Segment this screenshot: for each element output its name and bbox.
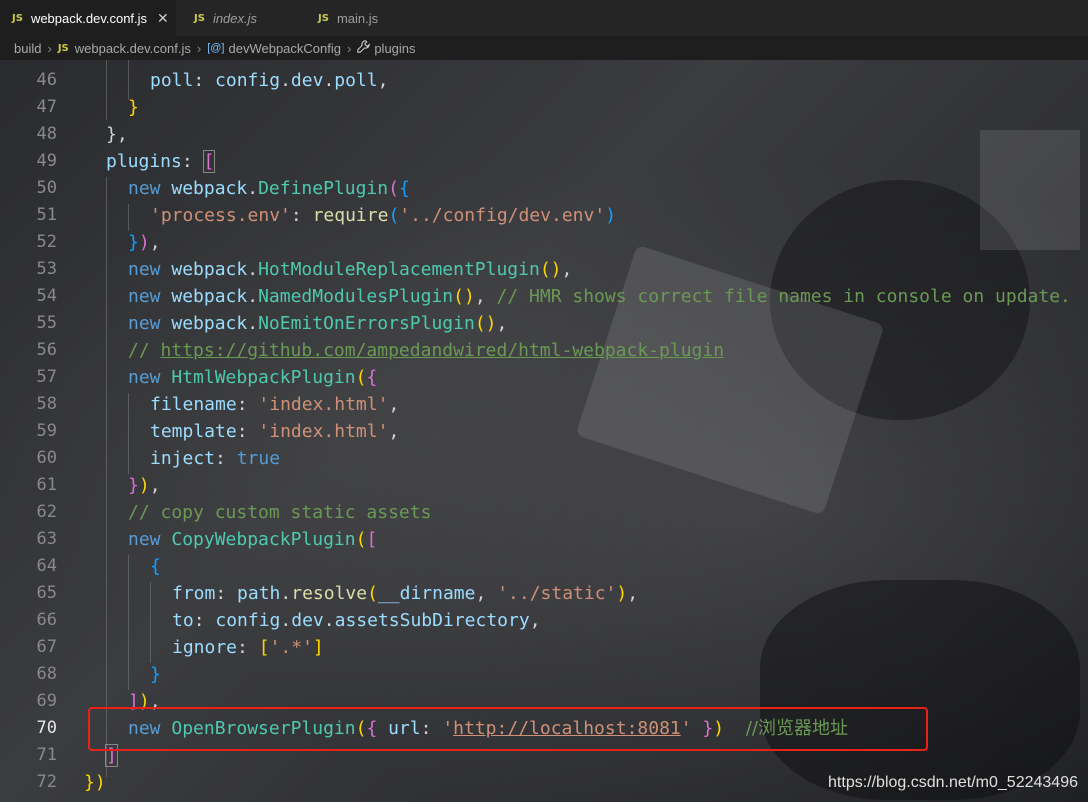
code-line: 62// copy custom static assets <box>36 502 432 523</box>
code-line: 67 ignore: ['.*'] <box>36 637 324 658</box>
comment-link[interactable]: https://github.com/ampedandwired/html-we… <box>161 340 725 361</box>
code-editor[interactable]: 46 poll: config.dev.poll, 47} 48}, 49 plug… <box>0 60 1088 802</box>
tab-bar: JS webpack.dev.conf.js ✕ JS index.js JS … <box>0 0 1088 36</box>
code-line: 63 new CopyWebpackPlugin([ <box>36 529 378 550</box>
tab-label: webpack.dev.conf.js <box>30 10 148 26</box>
code-line: 59 template: 'index.html', <box>36 421 400 442</box>
code-line: 53 new webpack.HotModuleReplacementPlugin… <box>36 259 573 280</box>
code-line: 51'process.env': require('../config/dev.… <box>36 205 617 226</box>
wrench-icon <box>357 40 371 56</box>
code-line: 46 poll: config.dev.poll, <box>36 70 389 91</box>
breadcrumb-property[interactable]: plugins <box>374 41 415 56</box>
code-line: 52}), <box>36 232 161 253</box>
code-line: 66 to: config.dev.assetsSubDirectory, <box>36 610 541 631</box>
code-line: 55 new webpack.NoEmitOnErrorsPlugin(), <box>36 313 508 334</box>
code-line: 49 plugins: [ <box>36 150 216 173</box>
code-line: 65 from: path.resolve(__dirname, '../stat… <box>36 583 639 604</box>
watermark: https://blog.csdn.net/m0_52243496 <box>828 774 1078 791</box>
chevron-right-icon: › <box>346 40 352 56</box>
chevron-right-icon: › <box>47 40 52 56</box>
chevron-right-icon: › <box>196 40 202 56</box>
breadcrumb-folder[interactable]: build <box>14 41 41 56</box>
variable-icon: [@] <box>207 42 225 54</box>
annotation-highlight-box <box>88 707 928 751</box>
breadcrumb-variable[interactable]: devWebpackConfig <box>228 41 341 56</box>
close-icon[interactable]: ✕ <box>157 10 169 27</box>
code-line: 60 inject: true <box>36 448 281 469</box>
code-line: 50 new webpack.DefinePlugin({ <box>36 178 410 199</box>
code-line: 56// https://github.com/ampedandwired/ht… <box>36 340 725 361</box>
code-line: 68} <box>36 664 161 685</box>
code-line: 61}), <box>36 475 161 496</box>
tab-main-js[interactable]: JS main.js <box>302 0 428 36</box>
tab-label: main.js <box>336 10 379 26</box>
code-line: 57 new HtmlWebpackPlugin({ <box>36 367 378 388</box>
code-line: 64{ <box>36 556 161 577</box>
tab-index-js[interactable]: JS index.js <box>176 0 302 36</box>
code-line: 58 filename: 'index.html', <box>36 394 400 415</box>
tab-webpack-dev-conf[interactable]: JS webpack.dev.conf.js ✕ <box>0 0 176 36</box>
code-line: 47} <box>36 97 139 118</box>
js-file-icon: JS <box>318 12 329 24</box>
tab-label: index.js <box>212 10 258 26</box>
breadcrumb: build › JS webpack.dev.conf.js › [@] dev… <box>0 36 1088 60</box>
js-file-icon: JS <box>12 12 23 24</box>
code-line: 54 new webpack.NamedModulesPlugin(), // H… <box>36 286 1071 307</box>
breadcrumb-file[interactable]: webpack.dev.conf.js <box>75 41 191 56</box>
js-file-icon: JS <box>194 12 205 24</box>
js-file-icon: JS <box>57 42 69 54</box>
code-line: 48}, <box>36 124 128 145</box>
